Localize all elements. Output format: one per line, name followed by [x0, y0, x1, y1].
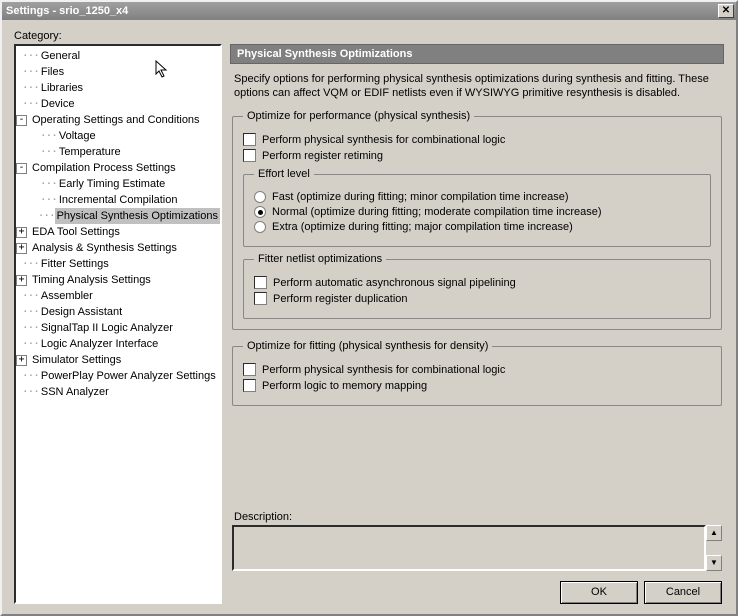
description-scrollbar[interactable]: ▲ ▼	[706, 525, 722, 571]
checkbox-density-memory[interactable]: Perform logic to memory mapping	[243, 379, 711, 392]
panel-intro: Specify options for performing physical …	[234, 72, 720, 100]
checkbox-fitter-duplication[interactable]: Perform register duplication	[254, 292, 700, 305]
tree-item-device[interactable]: ···Device	[16, 96, 220, 112]
checkbox-perf-combinational[interactable]: Perform physical synthesis for combinati…	[243, 133, 711, 146]
radio-effort-normal[interactable]: Normal (optimize during fitting; moderat…	[254, 206, 700, 218]
panel-title: Physical Synthesis Optimizations	[230, 44, 724, 64]
group-fitter-legend: Fitter netlist optimizations	[254, 253, 386, 265]
scroll-up-icon[interactable]: ▲	[706, 525, 722, 541]
ok-button[interactable]: OK	[560, 581, 638, 604]
expand-icon[interactable]: +	[16, 275, 27, 286]
tree-item-eda[interactable]: +EDA Tool Settings	[16, 224, 220, 240]
checkbox-icon	[243, 133, 256, 146]
description-textarea[interactable]	[232, 525, 706, 571]
tree-item-incremental[interactable]: ···Incremental Compilation	[16, 192, 220, 208]
tree-item-temperature[interactable]: ···Temperature	[16, 144, 220, 160]
tree-item-early-timing[interactable]: ···Early Timing Estimate	[16, 176, 220, 192]
cancel-button[interactable]: Cancel	[644, 581, 722, 604]
titlebar: Settings - srio_1250_x4 ✕	[2, 2, 736, 20]
tree-item-simulator[interactable]: +Simulator Settings	[16, 352, 220, 368]
tree-item-powerplay[interactable]: ···PowerPlay Power Analyzer Settings	[16, 368, 220, 384]
checkbox-icon	[243, 149, 256, 162]
tree-item-files[interactable]: ···Files	[16, 64, 220, 80]
expand-icon[interactable]: +	[16, 243, 27, 254]
category-tree[interactable]: ···General ···Files ···Libraries ···Devi…	[14, 44, 222, 604]
tree-item-logic-analyzer[interactable]: ···Logic Analyzer Interface	[16, 336, 220, 352]
radio-icon	[254, 221, 266, 233]
group-effort-legend: Effort level	[254, 168, 314, 180]
settings-panel: Physical Synthesis Optimizations Specify…	[230, 44, 724, 604]
tree-item-general[interactable]: ···General	[16, 48, 220, 64]
checkbox-perf-retiming[interactable]: Perform register retiming	[243, 149, 711, 162]
tree-item-analysis[interactable]: +Analysis & Synthesis Settings	[16, 240, 220, 256]
checkbox-icon	[254, 276, 267, 289]
radio-effort-fast[interactable]: Fast (optimize during fitting; minor com…	[254, 191, 700, 203]
tree-item-signaltap[interactable]: ···SignalTap II Logic Analyzer	[16, 320, 220, 336]
tree-item-libraries[interactable]: ···Libraries	[16, 80, 220, 96]
close-icon[interactable]: ✕	[718, 4, 734, 18]
window-title: Settings - srio_1250_x4	[4, 5, 718, 17]
checkbox-fitter-pipelining[interactable]: Perform automatic asynchronous signal pi…	[254, 276, 700, 289]
radio-icon	[254, 191, 266, 203]
group-density: Optimize for fitting (physical synthesis…	[232, 340, 722, 406]
group-fitter-netlist: Fitter netlist optimizations Perform aut…	[243, 253, 711, 319]
group-effort: Effort level Fast (optimize during fitti…	[243, 168, 711, 247]
expand-icon[interactable]: +	[16, 227, 27, 238]
tree-item-phys-synth[interactable]: ···Physical Synthesis Optimizations	[16, 208, 220, 224]
group-density-legend: Optimize for fitting (physical synthesis…	[243, 340, 492, 352]
collapse-icon[interactable]: -	[16, 115, 27, 126]
settings-window: Settings - srio_1250_x4 ✕ Category: ···G…	[0, 0, 738, 616]
description-label: Description:	[234, 511, 720, 523]
collapse-icon[interactable]: -	[16, 163, 27, 174]
checkbox-icon	[243, 363, 256, 376]
expand-icon[interactable]: +	[16, 355, 27, 366]
tree-item-ssn[interactable]: ···SSN Analyzer	[16, 384, 220, 400]
category-label: Category:	[14, 30, 724, 42]
group-performance: Optimize for performance (physical synth…	[232, 110, 722, 330]
tree-item-voltage[interactable]: ···Voltage	[16, 128, 220, 144]
checkbox-density-combinational[interactable]: Perform physical synthesis for combinati…	[243, 363, 711, 376]
checkbox-icon	[254, 292, 267, 305]
tree-item-design-assistant[interactable]: ···Design Assistant	[16, 304, 220, 320]
checkbox-icon	[243, 379, 256, 392]
tree-item-operating[interactable]: -Operating Settings and Conditions	[16, 112, 220, 128]
scroll-down-icon[interactable]: ▼	[706, 555, 722, 571]
tree-item-compilation[interactable]: -Compilation Process Settings	[16, 160, 220, 176]
radio-icon	[254, 206, 266, 218]
tree-item-fitter[interactable]: ···Fitter Settings	[16, 256, 220, 272]
radio-effort-extra[interactable]: Extra (optimize during fitting; major co…	[254, 221, 700, 233]
tree-item-timing[interactable]: +Timing Analysis Settings	[16, 272, 220, 288]
group-performance-legend: Optimize for performance (physical synth…	[243, 110, 474, 122]
tree-item-assembler[interactable]: ···Assembler	[16, 288, 220, 304]
